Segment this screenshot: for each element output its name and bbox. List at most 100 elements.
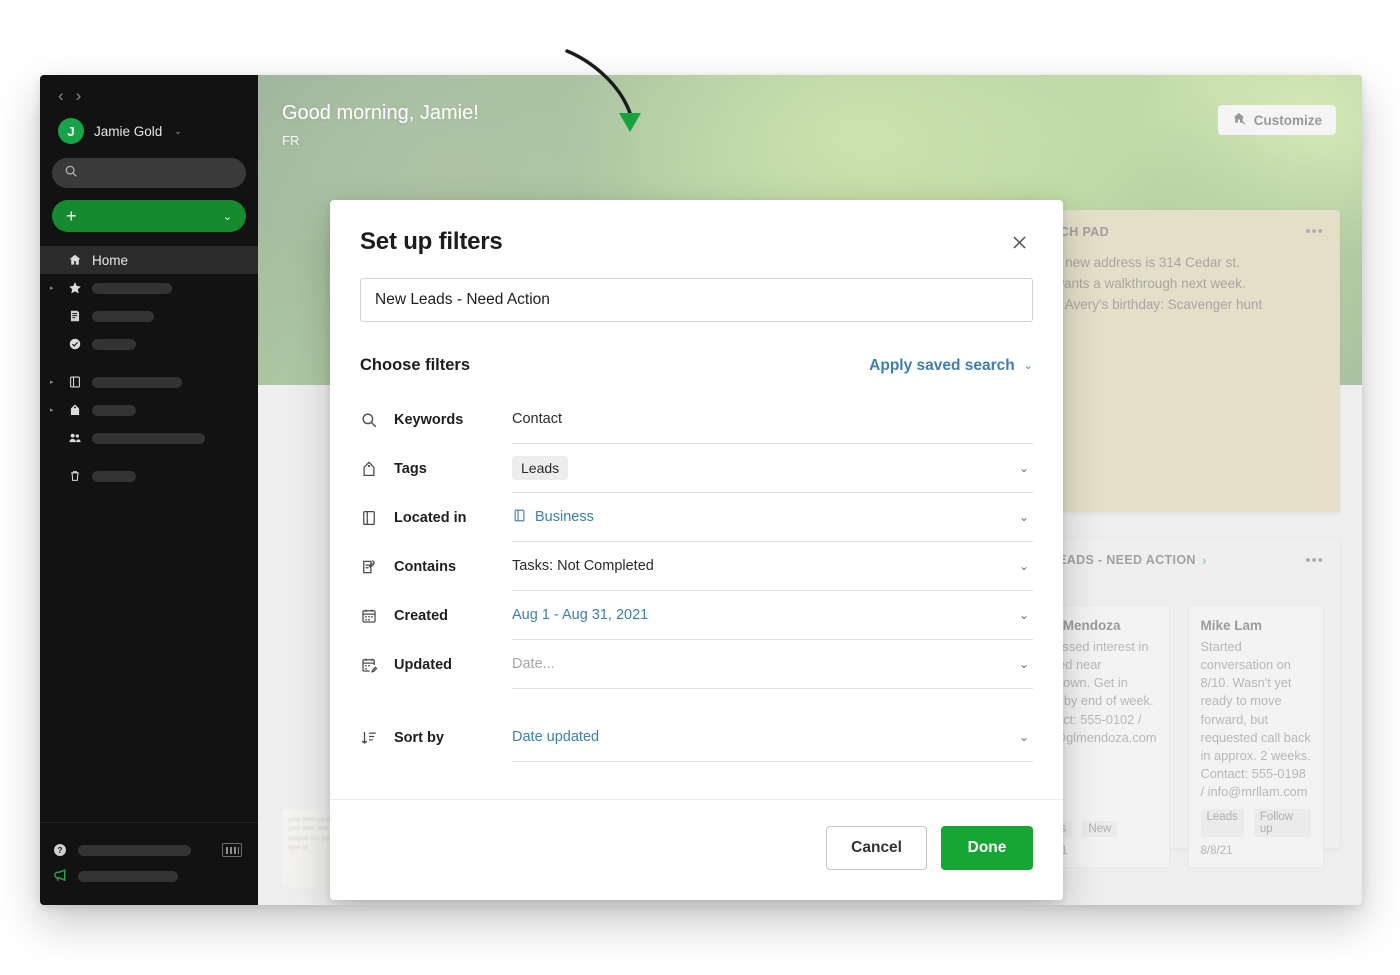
chevron-down-icon[interactable]: ⌄ — [1019, 657, 1031, 671]
trash-icon — [66, 469, 84, 483]
done-button[interactable]: Done — [941, 826, 1033, 870]
filter-field[interactable]: Date... ⌄ — [512, 640, 1033, 689]
filter-row-keywords: Keywords Contact — [360, 395, 1033, 444]
sidebar-item-help[interactable]: ? — [50, 837, 248, 863]
dialog-body: Choose filters Apply saved search ⌄ Keyw… — [330, 256, 1063, 769]
chevron-down-icon[interactable]: ⌄ — [1019, 461, 1031, 475]
filter-value-wrapper: Business — [512, 508, 594, 527]
plus-icon: + — [66, 207, 77, 225]
page-title: Good morning, Jamie! — [282, 102, 479, 125]
filter-row-created: Created Aug 1 - Aug 31, 2021 ⌄ — [360, 591, 1033, 640]
filter-name-input[interactable] — [360, 278, 1033, 322]
chevron-down-icon: ⌄ — [223, 210, 232, 223]
sidebar-footer: ? — [40, 822, 258, 905]
filter-value: Aug 1 - Aug 31, 2021 — [512, 607, 648, 623]
chevron-down-icon[interactable]: ⌄ — [1019, 608, 1031, 622]
tag-icon — [360, 460, 394, 478]
sidebar-item-label-redacted — [92, 405, 136, 416]
calendar-icon — [360, 607, 394, 625]
new-item-button[interactable]: + ⌄ — [52, 200, 246, 232]
overflow-menu-icon[interactable]: ••• — [1305, 224, 1324, 239]
sidebar-item-label-redacted — [92, 311, 154, 322]
contains-icon — [360, 558, 394, 576]
star-icon — [66, 281, 84, 295]
status-badge[interactable]: New — [1082, 821, 1117, 837]
filter-row-tags: Tags Leads ⌄ — [360, 444, 1033, 493]
dialog-header: Set up filters — [330, 200, 1063, 256]
home-edit-icon — [1232, 111, 1247, 129]
sidebar-item-label-redacted — [92, 433, 205, 444]
sidebar-item-notebooks[interactable]: ▸ — [40, 368, 258, 396]
left-sidebar: ‹ › J Jamie Gold ⌄ + ⌄ — [40, 75, 258, 905]
sidebar-item-label: Home — [92, 253, 128, 268]
chevron-down-icon: ⌄ — [1024, 359, 1033, 372]
lead-date: 8/8/21 — [1201, 845, 1311, 857]
status-badge[interactable]: Leads — [1201, 809, 1244, 837]
list-item[interactable]: Mike Lam Started conversation on 8/10. W… — [1188, 605, 1324, 868]
chevron-down-icon[interactable]: ⌄ — [1019, 559, 1031, 573]
sidebar-item-announcements[interactable] — [50, 863, 248, 889]
customize-button[interactable]: Customize — [1218, 105, 1336, 135]
filter-field[interactable]: Contact — [512, 395, 1033, 444]
sidebar-item-label-redacted — [92, 283, 172, 294]
filter-row-contains: Contains Tasks: Not Completed ⌄ — [360, 542, 1033, 591]
sidebar-search-input[interactable] — [52, 158, 246, 188]
notes-icon — [66, 309, 84, 323]
keyboard-icon[interactable] — [222, 843, 242, 857]
calendar-edit-icon — [360, 656, 394, 674]
sidebar-item-favorites[interactable]: ▸ — [40, 274, 258, 302]
help-icon: ? — [50, 842, 70, 858]
home-icon — [66, 253, 84, 267]
filter-label: Created — [394, 608, 512, 624]
overflow-menu-icon[interactable]: ••• — [1305, 553, 1324, 568]
close-icon[interactable] — [1005, 228, 1033, 256]
chevron-down-icon: ⌄ — [174, 126, 182, 137]
sidebar-history-nav: ‹ › — [40, 75, 258, 106]
chevron-down-icon[interactable]: ⌄ — [1019, 510, 1031, 524]
user-name: Jamie Gold — [94, 124, 162, 139]
tag-icon — [66, 403, 84, 417]
forward-icon[interactable]: › — [76, 87, 82, 104]
sidebar-item-tags[interactable]: ▸ — [40, 396, 258, 424]
filter-row-updated: Updated Date... ⌄ — [360, 640, 1033, 689]
sidebar-item-shared[interactable] — [40, 424, 258, 452]
cancel-button[interactable]: Cancel — [826, 826, 927, 870]
filter-value[interactable]: Leads — [512, 456, 568, 480]
chevron-down-icon[interactable]: ⌄ — [1019, 730, 1031, 744]
status-badge[interactable]: Follow up — [1254, 809, 1311, 837]
avatar: J — [58, 118, 84, 144]
notebook-icon — [66, 375, 84, 389]
app-window: ‹ › J Jamie Gold ⌄ + ⌄ — [40, 75, 1362, 905]
sidebar-item-home[interactable]: Home — [40, 246, 258, 274]
notebook-icon — [512, 508, 527, 527]
filter-value: Date... — [512, 656, 555, 672]
filter-field[interactable]: Tasks: Not Completed ⌄ — [512, 542, 1033, 591]
filter-value: Tasks: Not Completed — [512, 558, 654, 574]
chevron-right-icon[interactable]: › — [1202, 552, 1207, 568]
sidebar-nav-list: Home ▸ — [40, 246, 258, 490]
sidebar-item-notes[interactable] — [40, 302, 258, 330]
filter-field[interactable]: Aug 1 - Aug 31, 2021 ⌄ — [512, 591, 1033, 640]
filter-field[interactable]: Leads ⌄ — [512, 444, 1033, 493]
filter-field[interactable]: Date updated ⌄ — [512, 713, 1033, 762]
set-up-filters-dialog: Set up filters Choose filters Apply save… — [330, 200, 1063, 900]
expand-triangle-icon[interactable]: ▸ — [50, 378, 58, 386]
filter-row-located-in: Located in Business ⌄ — [360, 493, 1033, 542]
choose-filters-row: Choose filters Apply saved search ⌄ — [360, 356, 1033, 375]
expand-triangle-icon[interactable]: ▸ — [50, 284, 58, 292]
expand-triangle-icon[interactable]: ▸ — [50, 406, 58, 414]
filter-field[interactable]: Business ⌄ — [512, 493, 1033, 542]
megaphone-icon — [50, 868, 70, 885]
svg-text:?: ? — [58, 846, 63, 855]
sidebar-item-trash[interactable] — [40, 462, 258, 490]
sidebar-item-label-redacted — [78, 845, 191, 856]
filter-label: Tags — [394, 461, 512, 477]
sidebar-item-tasks[interactable] — [40, 330, 258, 358]
filter-label: Located in — [394, 510, 512, 526]
lead-name: Mike Lam — [1201, 618, 1311, 633]
filter-value: Business — [535, 509, 594, 525]
back-icon[interactable]: ‹ — [58, 87, 64, 104]
sidebar-item-label-redacted — [92, 471, 136, 482]
user-account-switcher[interactable]: J Jamie Gold ⌄ — [40, 106, 258, 154]
apply-saved-search-button[interactable]: Apply saved search ⌄ — [869, 357, 1033, 375]
